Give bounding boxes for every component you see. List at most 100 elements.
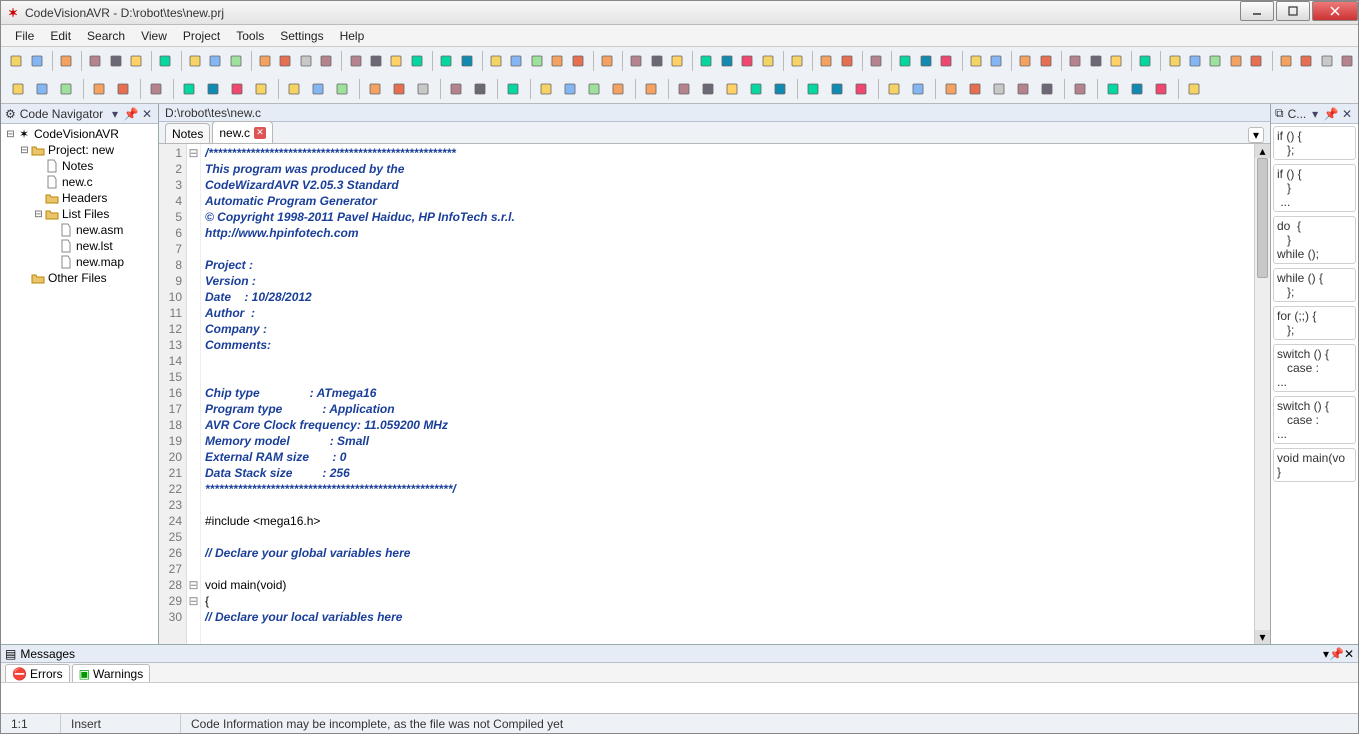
- toolbar-button[interactable]: [1016, 50, 1034, 72]
- toolbar-button[interactable]: [1276, 50, 1294, 72]
- toolbar-button[interactable]: [917, 50, 935, 72]
- toolbar-button[interactable]: [867, 50, 885, 72]
- toolbar-button[interactable]: [367, 50, 385, 72]
- toolbar-button[interactable]: [1107, 50, 1125, 72]
- snippet-item[interactable]: do { } while ();: [1273, 216, 1356, 264]
- toolbar-button[interactable]: [408, 50, 426, 72]
- tree-lst[interactable]: new.lst: [76, 239, 113, 253]
- toolbar-button[interactable]: [907, 78, 929, 100]
- snippet-item[interactable]: switch () { case : ...: [1273, 344, 1356, 392]
- toolbar-button[interactable]: [788, 50, 806, 72]
- tab-list-dropdown[interactable]: ▾: [1248, 127, 1264, 143]
- menu-view[interactable]: View: [133, 27, 175, 45]
- minimize-button[interactable]: [1240, 1, 1274, 21]
- toolbar-button[interactable]: [437, 50, 455, 72]
- toolbar-button[interactable]: [31, 78, 53, 100]
- msg-close-icon[interactable]: ✕: [1344, 647, 1354, 661]
- toolbar-button[interactable]: [883, 78, 905, 100]
- toolbar-button[interactable]: [769, 78, 791, 100]
- toolbar-button[interactable]: [276, 50, 294, 72]
- toolbar-button[interactable]: [838, 50, 856, 72]
- toolbar-button[interactable]: [1183, 78, 1205, 100]
- toolbar-button[interactable]: [1069, 78, 1091, 100]
- toolbar-button[interactable]: [987, 50, 1005, 72]
- toolbar-button[interactable]: [668, 50, 686, 72]
- snippet-item[interactable]: for (;;) { };: [1273, 306, 1356, 340]
- toolbar-button[interactable]: [178, 78, 200, 100]
- toolbar-button[interactable]: [226, 50, 244, 72]
- msg-pin-icon[interactable]: 📌: [1329, 647, 1344, 661]
- toolbar-button[interactable]: [598, 50, 616, 72]
- toolbar-button[interactable]: [256, 50, 274, 72]
- toolbar-button[interactable]: [156, 50, 174, 72]
- tab-notes[interactable]: Notes: [165, 123, 210, 143]
- toolbar-button[interactable]: [1012, 78, 1034, 100]
- toolbar-button[interactable]: [57, 50, 75, 72]
- toolbar-button[interactable]: [940, 78, 962, 100]
- menu-edit[interactable]: Edit: [42, 27, 79, 45]
- toolbar-button[interactable]: [640, 78, 662, 100]
- menu-settings[interactable]: Settings: [272, 27, 331, 45]
- toolbar-button[interactable]: [317, 50, 335, 72]
- toolbar-button[interactable]: [1186, 50, 1204, 72]
- code-area[interactable]: /***************************************…: [201, 144, 1254, 644]
- toolbar-button[interactable]: [307, 78, 329, 100]
- toolbar-button[interactable]: [802, 78, 824, 100]
- toolbar-button[interactable]: [697, 50, 715, 72]
- toolbar-button[interactable]: [988, 78, 1010, 100]
- toolbar-button[interactable]: [850, 78, 872, 100]
- toolbar-button[interactable]: [86, 50, 104, 72]
- snippet-item[interactable]: if () { };: [1273, 126, 1356, 160]
- toolbar-button[interactable]: [127, 50, 145, 72]
- toolbar-button[interactable]: [1150, 78, 1172, 100]
- toolbar-button[interactable]: [817, 50, 835, 72]
- toolbar-button[interactable]: [1036, 78, 1058, 100]
- toolbar-button[interactable]: [297, 50, 315, 72]
- menu-help[interactable]: Help: [332, 27, 373, 45]
- toolbar-button[interactable]: [226, 78, 248, 100]
- toolbar-button[interactable]: [718, 50, 736, 72]
- toolbar-button[interactable]: [145, 78, 167, 100]
- msg-tab-errors[interactable]: ⛔Errors: [5, 664, 70, 682]
- toolbar-button[interactable]: [55, 78, 77, 100]
- snip-close-icon[interactable]: ✕: [1340, 107, 1354, 121]
- toolbar-button[interactable]: [346, 50, 364, 72]
- tree-project[interactable]: Project: new: [48, 143, 114, 157]
- tree-listfiles[interactable]: List Files: [62, 207, 109, 221]
- toolbar-button[interactable]: [445, 78, 467, 100]
- toolbar-button[interactable]: [759, 50, 777, 72]
- toolbar-button[interactable]: [607, 78, 629, 100]
- toolbar-button[interactable]: [548, 50, 566, 72]
- toolbar-button[interactable]: [88, 78, 110, 100]
- messages-body[interactable]: [1, 683, 1358, 713]
- toolbar-button[interactable]: [457, 50, 475, 72]
- toolbar-button[interactable]: [528, 50, 546, 72]
- scroll-thumb[interactable]: [1257, 158, 1268, 278]
- toolbar-button[interactable]: [738, 50, 756, 72]
- toolbar-button[interactable]: [507, 50, 525, 72]
- toolbar-button[interactable]: [1126, 78, 1148, 100]
- maximize-button[interactable]: [1276, 1, 1310, 21]
- toolbar-button[interactable]: [206, 50, 224, 72]
- toolbar-button[interactable]: [1297, 50, 1315, 72]
- snip-pin-icon[interactable]: 📌: [1324, 107, 1338, 121]
- toolbar-button[interactable]: [648, 50, 666, 72]
- toolbar-button[interactable]: [1102, 78, 1124, 100]
- toolbar-button[interactable]: [106, 50, 124, 72]
- toolbar-button[interactable]: [697, 78, 719, 100]
- tree-root[interactable]: CodeVisionAVR: [34, 127, 119, 141]
- toolbar-button[interactable]: [112, 78, 134, 100]
- menu-project[interactable]: Project: [175, 27, 228, 45]
- toolbar-button[interactable]: [27, 50, 45, 72]
- menu-tools[interactable]: Tools: [228, 27, 272, 45]
- toolbar-button[interactable]: [7, 50, 25, 72]
- msg-tab-warnings[interactable]: ▣Warnings: [72, 664, 151, 682]
- toolbar-button[interactable]: [412, 78, 434, 100]
- tree-asm[interactable]: new.asm: [76, 223, 123, 237]
- toolbar-button[interactable]: [1338, 50, 1356, 72]
- toolbar-button[interactable]: [1086, 50, 1104, 72]
- vertical-scrollbar[interactable]: ▴ ▾: [1254, 144, 1270, 644]
- snippet-item[interactable]: void main(vo }: [1273, 448, 1356, 482]
- tab-close-icon[interactable]: ✕: [254, 127, 266, 139]
- snippet-item[interactable]: switch () { case : ...: [1273, 396, 1356, 444]
